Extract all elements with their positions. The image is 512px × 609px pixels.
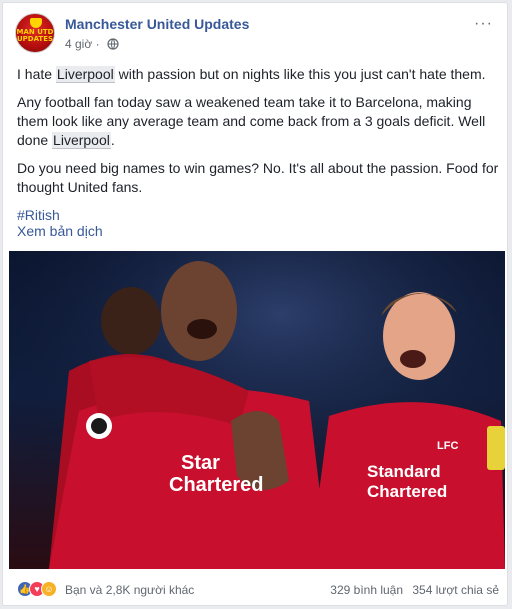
post-meta: 4 giờ ·	[65, 37, 119, 51]
haha-icon: ☺	[41, 581, 57, 597]
hashtag-link[interactable]: #Ritish	[17, 207, 60, 223]
post-paragraph-3: Do you need big names to win games? No. …	[17, 160, 499, 195]
reaction-names[interactable]: Bạn và 2,8K người khác	[65, 583, 194, 597]
post-body: I hate Liverpool with passion but on nig…	[17, 65, 499, 234]
engagement-counts: 329 bình luận 354 lượt chia sẻ	[324, 583, 499, 597]
post-card: MAN UTD UPDATES Manchester United Update…	[2, 2, 508, 606]
photo-illustration: Star Chartered Standard Chartered LFC	[9, 251, 505, 569]
club-badge-text: LFC	[437, 440, 458, 452]
shares-count-link[interactable]: 354 lượt chia sẻ	[412, 583, 499, 597]
more-options-button[interactable]: ···	[474, 15, 493, 33]
post-header: MAN UTD UPDATES Manchester United Update…	[15, 13, 495, 57]
keyword-link[interactable]: Liverpool	[55, 66, 115, 83]
page-avatar[interactable]: MAN UTD UPDATES	[15, 13, 55, 53]
dot-separator: ·	[95, 37, 100, 51]
keyword-link[interactable]: Liverpool	[52, 132, 111, 149]
post-time[interactable]: 4 giờ	[65, 37, 92, 51]
post-photo[interactable]: Star Chartered Standard Chartered LFC	[9, 251, 505, 569]
page-name-link[interactable]: Manchester United Updates	[65, 16, 249, 32]
reaction-bar: 👍 ♥ ☺ Bạn và 2,8K người khác 329 bình lu…	[17, 581, 499, 601]
sponsor-text-center: Star	[181, 452, 220, 474]
post-paragraph-1: I hate Liverpool with passion but on nig…	[17, 66, 486, 83]
sponsor-text-right: Standard	[367, 462, 441, 481]
svg-text:Chartered: Chartered	[367, 482, 447, 501]
player-head-center	[161, 261, 237, 361]
post-paragraph-2: Any football fan today saw a weakened te…	[17, 94, 486, 149]
globe-icon	[107, 38, 119, 50]
avatar-logo-text: MAN UTD UPDATES	[16, 28, 54, 43]
player-head-left	[101, 287, 161, 355]
crest-icon	[30, 18, 42, 28]
svg-text:Chartered: Chartered	[169, 474, 263, 496]
comments-count-link[interactable]: 329 bình luận	[330, 583, 403, 597]
see-translation-link[interactable]: Xem bản dịch	[17, 223, 103, 239]
